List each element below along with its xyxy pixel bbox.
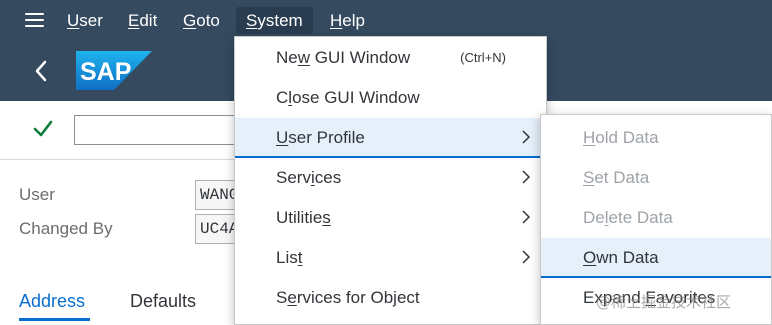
menu-bar: User Edit Goto System Help [0,0,772,41]
shortcut-label: (Ctrl+N) [460,50,506,65]
system-menu-dropdown: New GUI Window (Ctrl+N) Close GUI Window… [234,36,547,325]
command-field[interactable] [74,115,244,145]
menu-goto[interactable]: Goto [173,7,230,34]
menu-item-user-profile[interactable]: User Profile [235,118,546,158]
user-label: User [19,185,55,204]
menu-item-new-gui-window[interactable]: New GUI Window (Ctrl+N) [235,38,546,78]
menu-item-utilities[interactable]: Utilities [235,198,546,238]
menu-edit[interactable]: Edit [118,7,167,34]
submenu-item-delete-data: Delete Data [583,208,673,227]
chevron-right-icon [522,170,531,184]
sap-logo: SAP [76,51,152,90]
menu-system[interactable]: System [236,7,313,34]
svg-text:SAP: SAP [80,58,131,86]
submenu-item-own-data[interactable]: Own Data [541,238,771,278]
hamburger-menu-icon[interactable] [25,13,44,28]
changed-by-label: Changed By [19,219,113,238]
menu-user[interactable]: User [57,7,113,34]
submenu-item-set-data: Set Data [583,168,650,187]
tab-defaults[interactable]: Defaults [130,291,196,312]
chevron-right-icon [522,210,531,224]
menu-item-list[interactable]: List [235,238,546,278]
menu-item-services[interactable]: Services [235,158,546,198]
enter-check-icon[interactable] [33,119,53,139]
watermark-text: @稀土掘金技术社区 [596,293,732,311]
menu-help[interactable]: Help [320,7,375,34]
active-tab-indicator [19,318,90,321]
tab-address[interactable]: Address [19,291,85,312]
chevron-right-icon [522,250,531,264]
submenu-item-hold-data: Hold Data [583,128,659,147]
chevron-right-icon [522,130,531,144]
menu-item-close-gui-window[interactable]: Close GUI Window [235,78,546,118]
back-arrow-icon[interactable] [33,59,49,83]
menu-item-services-for-object[interactable]: Services for Object [235,278,546,318]
